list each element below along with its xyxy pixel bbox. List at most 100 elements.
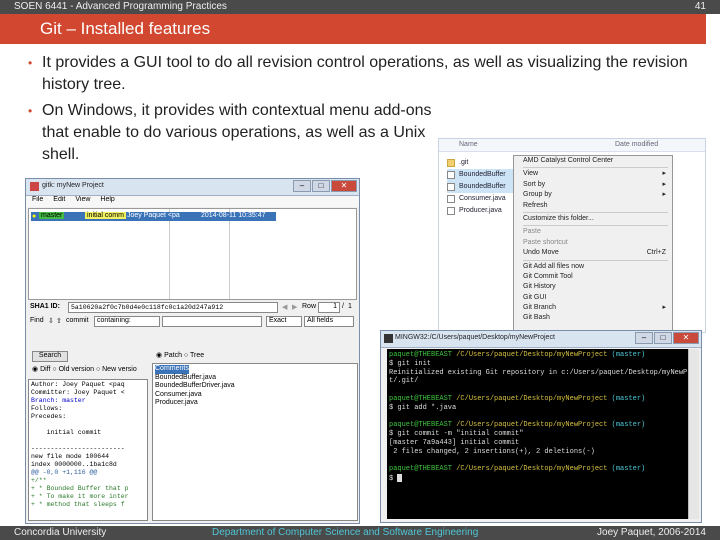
diff-line: ------------------------ (31, 445, 125, 452)
commit-message: initial comm (85, 212, 126, 219)
details-pane: Search ◉ Diff ○ Old version ○ New versio… (28, 351, 358, 521)
context-menu-item[interactable]: Git GUI (514, 293, 672, 303)
find-up-icon[interactable]: ⇧ (56, 317, 62, 325)
context-menu-item[interactable]: Refresh (514, 201, 672, 211)
commit-author: Joey Paquet <pa (127, 212, 180, 219)
file-list[interactable]: Comments BoundedBuffer.java BoundedBufferD… (152, 363, 358, 521)
row-field: 1 (318, 302, 340, 313)
file-icon (447, 207, 455, 215)
menu-file[interactable]: File (32, 196, 43, 207)
minimize-icon[interactable]: – (635, 332, 653, 344)
folder-icon (447, 159, 455, 167)
slide-title: Git – Installed features (40, 19, 211, 38)
file-list-item[interactable]: Consumer.java (155, 391, 355, 400)
maximize-icon[interactable]: □ (654, 332, 672, 344)
bullet-item: • It provides a GUI tool to do all revisi… (28, 52, 708, 96)
menu-separator (523, 225, 668, 227)
find-label: Find (30, 317, 44, 324)
bullet-text: It provides a GUI tool to do all revisio… (42, 54, 688, 93)
terminal-screen[interactable]: paquet@THEBEAST /C/Users/paquet/Desktop/… (387, 349, 689, 519)
commit-row[interactable]: ● master initial comm Joey Paquet <pa 20… (31, 212, 276, 221)
context-menu-item[interactable]: AMD Catalyst Control Center (514, 156, 672, 166)
context-menu-item[interactable]: Git History (514, 282, 672, 292)
find-down-icon[interactable]: ⇩ (48, 317, 54, 325)
back-arrow-icon[interactable]: ◀ (282, 303, 287, 311)
branch-tag: master (39, 212, 65, 219)
context-menu-item[interactable]: Git Bash (514, 313, 672, 323)
new-version-label: New versio (102, 366, 137, 373)
diff-view[interactable]: Author: Joey Paquet <paq Committer: Joey … (28, 379, 148, 521)
submenu-arrow-icon: ▸ (662, 304, 666, 312)
diff-line (31, 437, 145, 445)
explorer-file-item[interactable]: BoundedBuffer (447, 181, 515, 193)
context-menu-item[interactable]: View ▸ (514, 169, 672, 179)
diff-line (31, 421, 145, 429)
file-list-item[interactable]: Comments (155, 365, 355, 374)
sha-field[interactable]: 5a10620a2f0c7b0d4e0c118fc0c1a20d247a912 (68, 302, 278, 313)
explorer-file-item[interactable]: Producer.java (447, 205, 515, 217)
column-divider[interactable] (169, 209, 170, 299)
context-menu-item[interactable]: Customize this folder... (514, 214, 672, 224)
diff-line: Committer: Joey Paquet < (31, 389, 125, 396)
menu-view[interactable]: View (75, 196, 90, 207)
find-type[interactable]: commit (66, 317, 89, 324)
page-number: 41 (694, 1, 706, 12)
commit-node-icon: ● (32, 213, 37, 220)
diff-line: + * Bounded Buffer that p (31, 485, 129, 492)
forward-arrow-icon[interactable]: ▶ (292, 303, 297, 311)
history-pane[interactable]: ● master initial comm Joey Paquet <pa 20… (28, 208, 357, 300)
find-mode-select[interactable]: containing: (94, 316, 160, 327)
terminal-app-icon (384, 334, 393, 343)
find-input[interactable] (162, 316, 262, 327)
find-fields-select[interactable]: All fields (304, 316, 354, 327)
context-menu-item[interactable]: Git Commit Tool (514, 272, 672, 282)
context-menu-item[interactable]: Sort by ▸ (514, 180, 672, 190)
context-menu-item[interactable]: Git Branch ▸ (514, 303, 672, 313)
minimize-icon[interactable]: – (293, 180, 311, 192)
file-icon (447, 171, 455, 179)
diff-line: + * method that sleeps f (31, 501, 125, 508)
file-icon (447, 183, 455, 191)
menu-help[interactable]: Help (100, 196, 114, 207)
find-exact-select[interactable]: Exact (266, 316, 302, 327)
bullet-item: • On Windows, it provides with contextual… (28, 100, 462, 166)
explorer-file-item[interactable]: BoundedBuffer (447, 169, 515, 181)
menu-edit[interactable]: Edit (53, 196, 65, 207)
terminal-titlebar[interactable]: MINGW32:/C/Users/paquet/Desktop/myNewPro… (381, 331, 701, 348)
name-column-header[interactable]: Name (459, 141, 478, 148)
file-list-item[interactable]: BoundedBufferDriver.java (155, 382, 355, 391)
context-menu-item[interactable]: Paste shortcut (514, 238, 672, 248)
terminal-cursor (397, 474, 403, 483)
diff-line: @@ -0,0 +1,116 @@ (31, 469, 98, 476)
radio-diff[interactable]: ◉ (32, 366, 40, 373)
diff-label: Diff (40, 366, 51, 373)
context-menu-item[interactable]: Undo Move Ctrl+Z (514, 248, 672, 258)
context-menu-item[interactable]: Paste (514, 227, 672, 237)
date-column-header[interactable]: Date modified (615, 141, 658, 148)
row-total: 1 (348, 303, 352, 310)
submenu-arrow-icon: ▸ (662, 191, 666, 199)
file-list-item[interactable]: BoundedBuffer.java (155, 374, 355, 383)
gitk-titlebar[interactable]: gitk: myNew Project – □ ✕ (26, 179, 359, 196)
explorer-file-item[interactable]: .git (447, 157, 515, 169)
context-menu-item[interactable]: Group by ▸ (514, 190, 672, 200)
diff-mode-row: ◉ Diff ○ Old version ○ New versio (32, 365, 152, 376)
terminal-line: paquet@THEBEAST /C/Users/paquet/Desktop/… (389, 351, 646, 359)
patch-label: Patch (164, 352, 182, 359)
diff-line: Author: Joey Paquet <paq (31, 381, 125, 388)
explorer-file-item[interactable]: Consumer.java (447, 193, 515, 205)
terminal-scrollbar[interactable] (688, 349, 699, 519)
diff-line: index 0000000..1ba1c8d (31, 461, 117, 468)
terminal-title: MINGW32:/C/Users/paquet/Desktop/myNewPro… (395, 334, 555, 341)
submenu-arrow-icon: ▸ (662, 180, 666, 188)
file-list-item[interactable]: Producer.java (155, 399, 355, 408)
search-button[interactable]: Search (32, 351, 68, 362)
radio-patch[interactable]: ◉ (156, 352, 164, 359)
close-icon[interactable]: ✕ (331, 180, 357, 192)
maximize-icon[interactable]: □ (312, 180, 330, 192)
context-menu-item[interactable]: Git Add all files now (514, 262, 672, 272)
close-icon[interactable]: ✕ (673, 332, 699, 344)
column-divider[interactable] (229, 209, 230, 299)
diff-line: Follows: (31, 405, 63, 412)
diff-line: initial commit (31, 429, 102, 436)
